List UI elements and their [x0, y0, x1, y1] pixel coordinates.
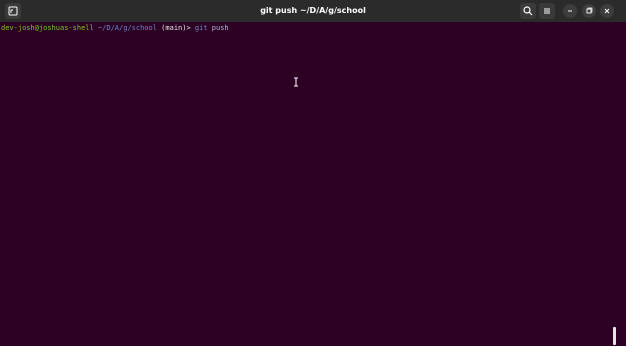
hamburger-menu-icon: [544, 8, 550, 14]
command-git: git: [194, 24, 208, 32]
prompt-line: dev-josh@joshuas-shell ~/D/A/g/school (m…: [1, 23, 229, 33]
command-push: push: [211, 24, 229, 32]
minimize-icon: [568, 10, 572, 12]
menu-button[interactable]: [539, 3, 555, 19]
prompt-branch: (main)>: [161, 24, 191, 32]
close-button[interactable]: [600, 4, 614, 18]
terminal-window: git push ~/D/A/g/school dev-josh@joshuas…: [0, 0, 626, 346]
titlebar: git push ~/D/A/g/school: [0, 0, 626, 22]
prompt-path: ~/D/A/g/school: [97, 24, 157, 32]
close-icon: [604, 8, 610, 14]
scrollbar-thumb[interactable]: [613, 327, 616, 345]
maximize-icon: [586, 7, 593, 14]
maximize-button[interactable]: [582, 4, 596, 18]
ibeam-cursor-icon: [294, 77, 298, 87]
prompt-user-host: dev-josh@joshuas-shell: [1, 24, 94, 32]
search-icon: [523, 6, 533, 16]
search-button[interactable]: [520, 3, 536, 19]
minimize-button[interactable]: [563, 4, 577, 18]
terminal-output[interactable]: dev-josh@joshuas-shell ~/D/A/g/school (m…: [0, 22, 626, 346]
